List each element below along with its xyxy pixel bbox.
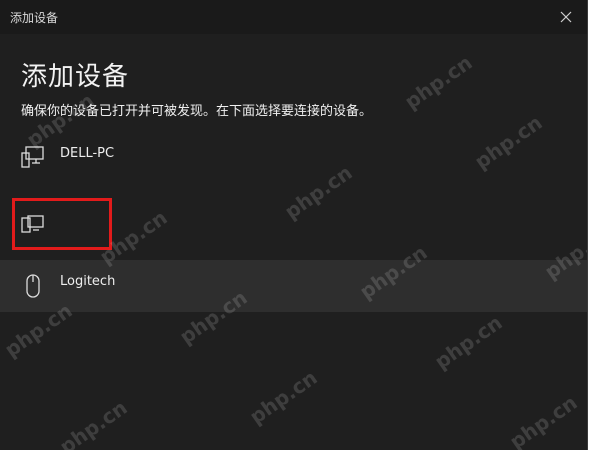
window-title: 添加设备 bbox=[10, 11, 59, 25]
device-item-dell-pc[interactable]: DELL-PC bbox=[0, 136, 587, 186]
watermark: php.cn bbox=[400, 50, 477, 114]
title-bar: 添加设备 bbox=[0, 0, 587, 34]
watermark: php.cn bbox=[245, 365, 322, 429]
device-item-logitech[interactable]: Logitech bbox=[0, 260, 587, 312]
mouse-icon bbox=[26, 274, 40, 298]
highlight-box bbox=[12, 198, 112, 250]
computer-icon bbox=[21, 146, 44, 168]
close-button[interactable] bbox=[544, 0, 587, 34]
device-label: Logitech bbox=[60, 274, 116, 289]
add-device-window: 添加设备 添加设备 确保你的设备已打开并可被发现。在下面选择要连接的设备。 DE… bbox=[0, 0, 588, 450]
watermark: php.cn bbox=[430, 310, 507, 374]
background-page bbox=[588, 0, 600, 450]
device-label: DELL-PC bbox=[60, 146, 115, 161]
close-icon bbox=[560, 11, 572, 23]
watermark: php.cn bbox=[505, 390, 582, 450]
page-title: 添加设备 bbox=[21, 62, 130, 92]
watermark: php.cn bbox=[55, 395, 132, 450]
instruction-text: 确保你的设备已打开并可被发现。在下面选择要连接的设备。 bbox=[21, 104, 373, 119]
